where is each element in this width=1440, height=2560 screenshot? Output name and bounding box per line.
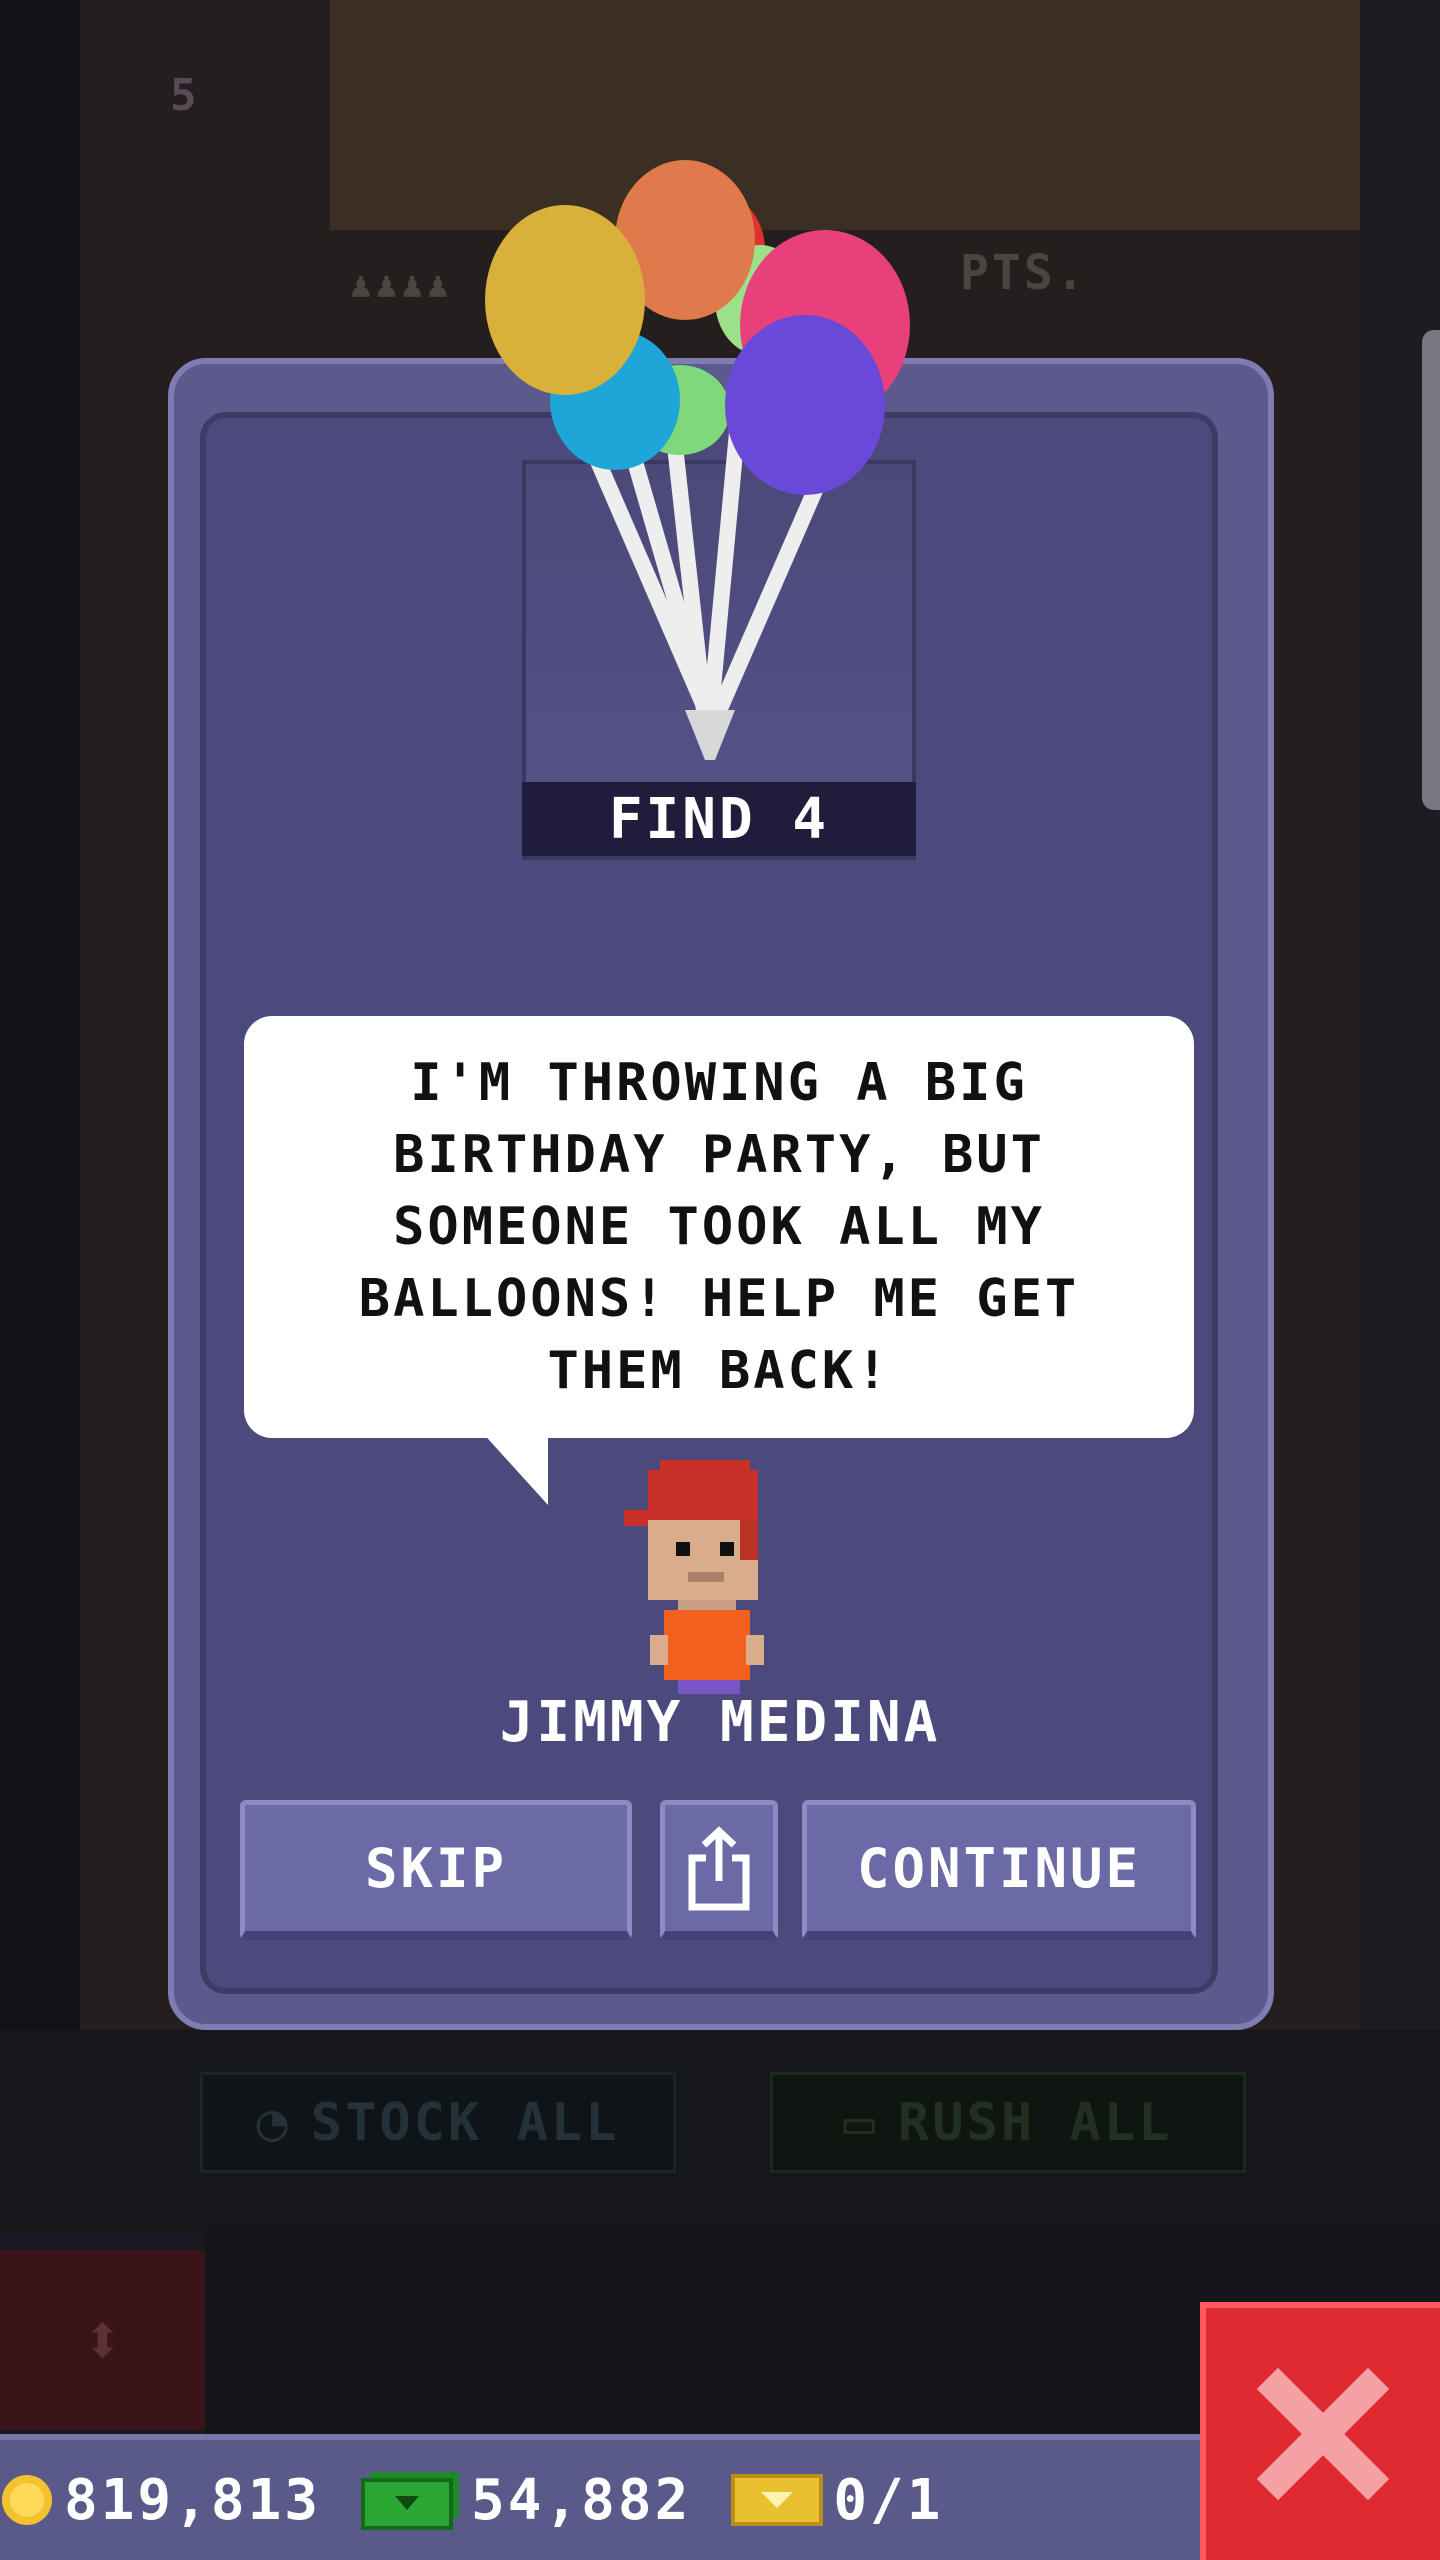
share-icon	[688, 1826, 750, 1911]
speech-text: I'M THROWING A BIG BIRTHDAY PARTY, BUT S…	[358, 1053, 1080, 1401]
elevator-button[interactable]: ⬍	[0, 2250, 205, 2430]
bux-value: 54,882	[471, 2467, 692, 2533]
stock-all-label: STOCK ALL	[310, 2092, 620, 2153]
continue-button[interactable]: CONTINUE	[802, 1800, 1196, 1940]
elevator-arrows-icon: ⬍	[81, 2299, 124, 2381]
skip-label: SKIP	[364, 1836, 508, 1900]
side-scroll-tab[interactable]	[1422, 330, 1440, 810]
balloons-icon	[485, 160, 910, 760]
tower-side-wall	[1360, 0, 1440, 2030]
vip-tickets-display: 0/1	[731, 2468, 943, 2533]
worker-dots: ♟♟♟♟	[350, 265, 453, 306]
elevator-shaft	[0, 0, 80, 2030]
speech-bubble-tail	[480, 1430, 548, 1505]
find-count-label: FIND 4	[522, 782, 916, 856]
continue-label: CONTINUE	[856, 1836, 1142, 1900]
rush-all-label: RUSH ALL	[897, 2092, 1173, 2153]
clock-icon: ◔	[256, 2092, 291, 2153]
close-button[interactable]	[1200, 2302, 1440, 2560]
character-avatar	[624, 1460, 764, 1694]
currency-bar: 819,813 54,882 0/1	[0, 2434, 1200, 2560]
points-label: PTS.	[960, 245, 1088, 301]
coin-icon	[2, 2475, 52, 2525]
vip-tickets-value: 0/1	[833, 2467, 944, 2533]
character-name: JIMMY MEDINA	[499, 1690, 941, 1755]
bux-icon	[361, 2472, 460, 2530]
skip-button[interactable]: SKIP	[240, 1800, 632, 1940]
coins-value: 819,813	[64, 2467, 322, 2533]
floor-number: 5	[170, 70, 200, 121]
stock-all-button[interactable]: ◔ STOCK ALL	[200, 2072, 676, 2173]
bux-display: 54,882	[361, 2468, 691, 2533]
speech-bubble: I'M THROWING A BIG BIRTHDAY PARTY, BUT S…	[244, 1016, 1194, 1438]
coins-display: 819,813	[0, 2468, 321, 2533]
rush-icon: ▭	[843, 2092, 878, 2153]
rush-all-button[interactable]: ▭ RUSH ALL	[770, 2072, 1246, 2173]
vip-ticket-icon	[731, 2474, 824, 2526]
close-icon	[1256, 2367, 1390, 2501]
share-button[interactable]	[660, 1800, 778, 1940]
